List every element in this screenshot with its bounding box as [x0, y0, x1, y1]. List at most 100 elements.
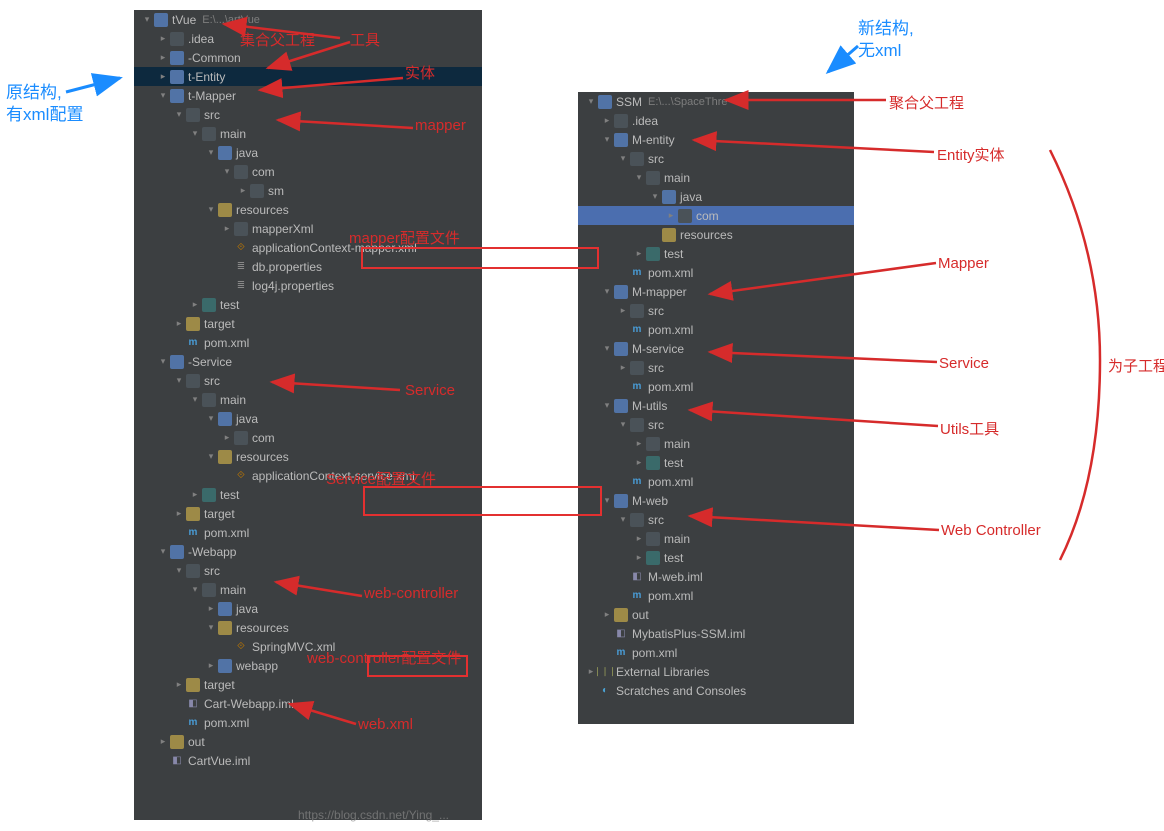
tree-row[interactable]: mpom.xml — [134, 333, 482, 352]
tree-row[interactable]: Scratches and Consoles — [578, 681, 854, 700]
chevron-right-icon[interactable] — [220, 432, 234, 443]
tree-row[interactable]: ≣db.properties — [134, 257, 482, 276]
chevron-right-icon[interactable] — [616, 362, 630, 373]
tree-row[interactable]: resources — [134, 447, 482, 466]
tree-row[interactable]: test — [134, 485, 482, 504]
chevron-right-icon[interactable] — [172, 318, 186, 329]
tree-row[interactable]: tVueE:\...\artVue — [134, 10, 482, 29]
tree-row[interactable]: sm — [134, 181, 482, 200]
tree-row[interactable]: .idea — [578, 111, 854, 130]
chevron-down-icon[interactable] — [156, 356, 170, 367]
tree-row[interactable]: -Common — [134, 48, 482, 67]
tree-row[interactable]: target — [134, 504, 482, 523]
tree-row[interactable]: main — [134, 124, 482, 143]
tree-row[interactable]: M-mapper — [578, 282, 854, 301]
tree-row[interactable]: mapperXml — [134, 219, 482, 238]
chevron-down-icon[interactable] — [600, 286, 614, 297]
tree-row[interactable]: java — [134, 409, 482, 428]
chevron-right-icon[interactable] — [204, 603, 218, 614]
tree-row[interactable]: target — [134, 314, 482, 333]
chevron-down-icon[interactable] — [204, 622, 218, 633]
chevron-right-icon[interactable] — [600, 115, 614, 126]
chevron-right-icon[interactable] — [156, 736, 170, 747]
tree-row[interactable]: mpom.xml — [578, 586, 854, 605]
tree-row[interactable]: src — [578, 149, 854, 168]
chevron-right-icon[interactable] — [220, 223, 234, 234]
tree-row[interactable]: out — [134, 732, 482, 751]
chevron-down-icon[interactable] — [156, 546, 170, 557]
tree-row[interactable]: M-service — [578, 339, 854, 358]
chevron-down-icon[interactable] — [616, 514, 630, 525]
tree-row[interactable]: ⟐SpringMVC.xml — [134, 637, 482, 656]
tree-row[interactable]: ◧M-web.iml — [578, 567, 854, 586]
tree-row[interactable]: src — [134, 371, 482, 390]
chevron-right-icon[interactable] — [156, 52, 170, 63]
chevron-right-icon[interactable] — [156, 33, 170, 44]
tree-row[interactable]: mpom.xml — [578, 472, 854, 491]
chevron-right-icon[interactable] — [632, 457, 646, 468]
tree-row[interactable]: test — [578, 548, 854, 567]
tree-row[interactable]: ◧Cart-Webapp.iml — [134, 694, 482, 713]
tree-row[interactable]: M-web — [578, 491, 854, 510]
chevron-right-icon[interactable] — [172, 679, 186, 690]
tree-row[interactable]: webapp — [134, 656, 482, 675]
tree-row[interactable]: main — [134, 580, 482, 599]
tree-row[interactable]: com — [134, 428, 482, 447]
chevron-down-icon[interactable] — [188, 394, 202, 405]
tree-row[interactable]: ◧MybatisPlus-SSM.iml — [578, 624, 854, 643]
tree-row[interactable]: resources — [134, 200, 482, 219]
tree-row[interactable]: M-utils — [578, 396, 854, 415]
tree-row[interactable]: M-entity — [578, 130, 854, 149]
tree-row[interactable]: out — [578, 605, 854, 624]
chevron-down-icon[interactable] — [172, 565, 186, 576]
tree-row[interactable]: t-Mapper — [134, 86, 482, 105]
chevron-down-icon[interactable] — [600, 495, 614, 506]
chevron-right-icon[interactable] — [172, 508, 186, 519]
tree-row[interactable]: mpom.xml — [134, 523, 482, 542]
chevron-right-icon[interactable] — [616, 305, 630, 316]
tree-row[interactable]: mpom.xml — [578, 377, 854, 396]
chevron-down-icon[interactable] — [584, 96, 598, 107]
tree-row[interactable]: External Libraries — [578, 662, 854, 681]
chevron-right-icon[interactable] — [204, 660, 218, 671]
tree-row[interactable]: ⟐applicationContext-mapper.xml — [134, 238, 482, 257]
chevron-down-icon[interactable] — [188, 584, 202, 595]
project-tree-left[interactable]: tVueE:\...\artVue.idea-Commont-Entityt-M… — [134, 10, 482, 820]
chevron-down-icon[interactable] — [616, 419, 630, 430]
tree-row[interactable]: mpom.xml — [578, 263, 854, 282]
chevron-right-icon[interactable] — [600, 609, 614, 620]
chevron-down-icon[interactable] — [204, 451, 218, 462]
tree-row[interactable]: main — [578, 434, 854, 453]
tree-row[interactable]: target — [134, 675, 482, 694]
chevron-down-icon[interactable] — [172, 375, 186, 386]
chevron-down-icon[interactable] — [204, 147, 218, 158]
tree-row[interactable]: t-Entity — [134, 67, 482, 86]
tree-row[interactable]: -Service — [134, 352, 482, 371]
chevron-down-icon[interactable] — [204, 413, 218, 424]
chevron-down-icon[interactable] — [220, 166, 234, 177]
tree-row[interactable]: ≣log4j.properties — [134, 276, 482, 295]
tree-row[interactable]: src — [578, 358, 854, 377]
tree-row[interactable]: SSME:\...\SpaceThre — [578, 92, 854, 111]
tree-row[interactable]: src — [134, 105, 482, 124]
chevron-right-icon[interactable] — [188, 299, 202, 310]
chevron-down-icon[interactable] — [616, 153, 630, 164]
tree-row[interactable]: com — [578, 206, 854, 225]
chevron-down-icon[interactable] — [600, 400, 614, 411]
tree-row[interactable]: test — [134, 295, 482, 314]
tree-row[interactable]: ⟐applicationContext-service.xml — [134, 466, 482, 485]
chevron-right-icon[interactable] — [632, 552, 646, 563]
tree-row[interactable]: mpom.xml — [134, 713, 482, 732]
chevron-right-icon[interactable] — [632, 533, 646, 544]
chevron-down-icon[interactable] — [188, 128, 202, 139]
tree-row[interactable]: mpom.xml — [578, 643, 854, 662]
tree-row[interactable]: resources — [134, 618, 482, 637]
tree-row[interactable]: src — [578, 301, 854, 320]
tree-row[interactable]: main — [578, 168, 854, 187]
tree-row[interactable]: main — [578, 529, 854, 548]
chevron-down-icon[interactable] — [204, 204, 218, 215]
chevron-down-icon[interactable] — [156, 90, 170, 101]
tree-row[interactable]: -Webapp — [134, 542, 482, 561]
tree-row[interactable]: java — [578, 187, 854, 206]
chevron-right-icon[interactable] — [632, 248, 646, 259]
